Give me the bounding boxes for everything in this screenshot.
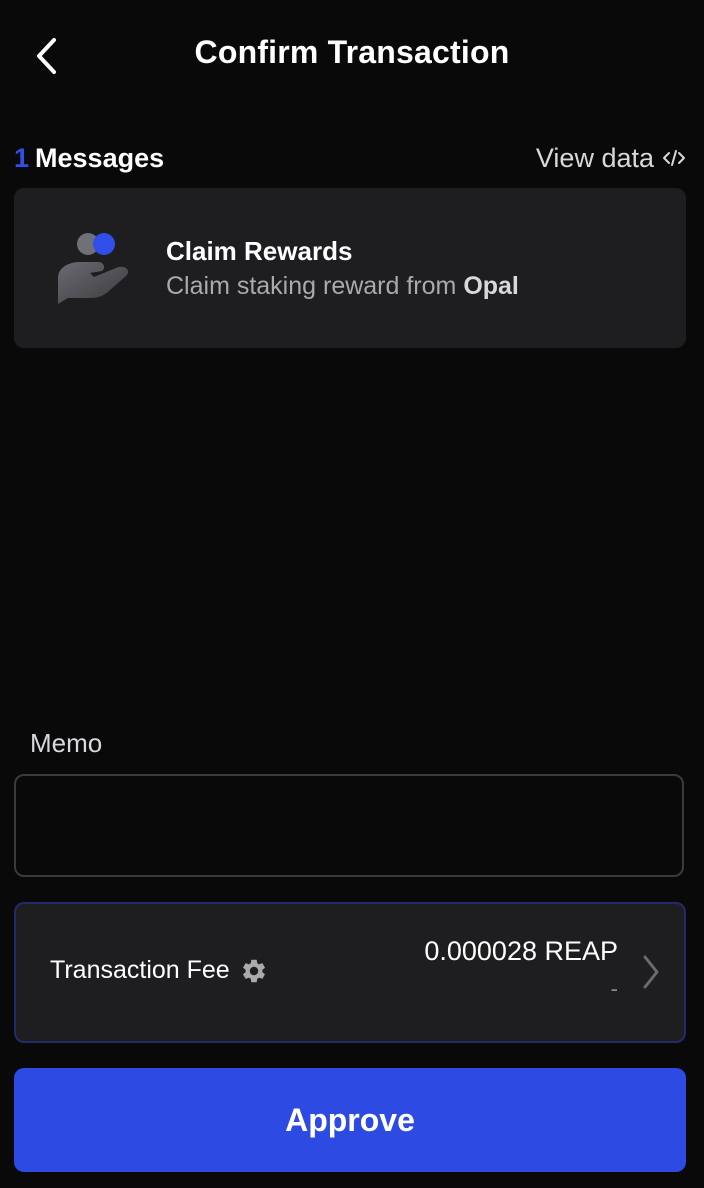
validator-name: Opal: [463, 272, 519, 300]
code-icon: [663, 150, 685, 166]
message-description-text: Claim staking reward from: [166, 272, 457, 300]
view-data-button[interactable]: View data: [536, 143, 686, 174]
view-data-label: View data: [535, 142, 654, 173]
message-description: Claim staking reward from Opal: [166, 272, 519, 301]
fee-label-group: Transaction Fee: [50, 956, 268, 985]
memo-input[interactable]: [14, 774, 684, 877]
header: Confirm Transaction: [0, 0, 704, 112]
hand-coins-icon: [58, 233, 129, 304]
chevron-right-icon: [643, 955, 659, 989]
approve-button[interactable]: Approve: [14, 1068, 686, 1172]
transaction-fee-box[interactable]: Transaction Fee 0.000028 REAP -: [14, 902, 686, 1043]
fee-amount: 0.000028 REAP: [424, 936, 618, 966]
page-title: Confirm Transaction: [194, 34, 510, 70]
fee-label: Transaction Fee: [50, 956, 230, 984]
messages-header: 1 Messages: [14, 143, 164, 174]
memo-label: Memo: [30, 728, 103, 758]
messages-row: 1 Messages View data: [14, 138, 686, 178]
messages-count: 1: [14, 142, 30, 173]
message-title: Claim Rewards: [166, 236, 353, 266]
fee-fiat-value: -: [610, 976, 618, 1001]
message-card[interactable]: Claim Rewards Claim staking reward from …: [14, 188, 686, 348]
messages-label: Messages: [35, 142, 165, 173]
gear-icon[interactable]: [240, 957, 268, 985]
